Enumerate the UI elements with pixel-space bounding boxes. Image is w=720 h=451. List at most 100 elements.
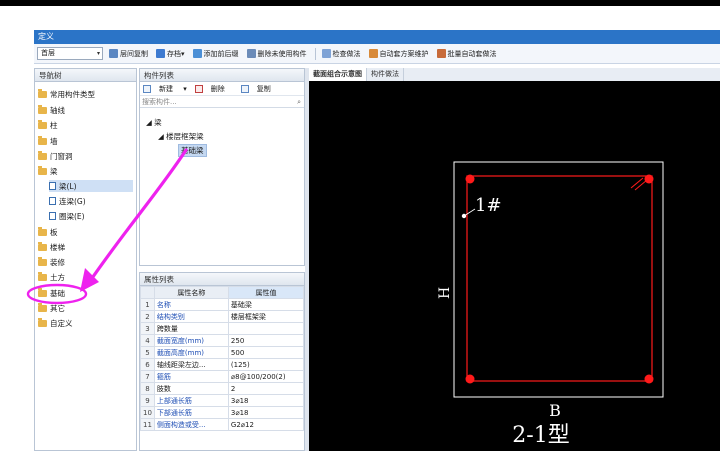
copy-label: 复制 <box>256 84 271 93</box>
nav-item-column[interactable]: 柱 <box>38 119 58 131</box>
component-list-panel: 构件列表 新建 ▾ 删除 复制 搜索构件... ⌕ ◢ 梁 ◢ 楼层框架梁 基础梁 <box>139 68 305 266</box>
tree-root[interactable]: ◢ 梁 <box>146 117 162 128</box>
new-icon <box>143 84 151 93</box>
archive-button[interactable]: 存档 ▾ <box>156 49 185 59</box>
property-row-number: 9 <box>140 394 155 407</box>
nav-subitem-label: 梁(L) <box>59 181 77 191</box>
nav-item-other[interactable]: 其它 <box>38 302 65 314</box>
nav-item-label: 基础 <box>50 288 65 298</box>
property-value[interactable]: 楼层框架梁 <box>227 310 305 323</box>
nav-item-beam[interactable]: 梁 <box>38 165 58 177</box>
nav-item-label: 自定义 <box>50 318 73 328</box>
delete-unused-label: 删除未使用构件 <box>257 49 307 58</box>
floor-select[interactable]: 首层 ▾ <box>37 47 103 60</box>
section-drawing: 1# H B 2-1型 <box>437 161 664 448</box>
nav-tree-title: 导航树 <box>35 69 136 82</box>
archive-label: 存档 <box>167 49 181 58</box>
property-value[interactable] <box>227 322 305 335</box>
nav-item-earthwork[interactable]: 土方 <box>38 271 65 283</box>
property-name: 轴线距梁左边... <box>153 358 229 371</box>
property-name: 结构类别 <box>153 310 229 323</box>
nav-item-slab[interactable]: 板 <box>38 226 58 238</box>
nav-item-label: 板 <box>50 227 58 237</box>
section-viewer: 截面组合示意图 构件做法 1# H B 2-1型 <box>309 68 720 451</box>
property-row[interactable]: 5 截面高度(mm) 500 <box>140 346 305 359</box>
rebar-dot-bl <box>465 374 475 384</box>
copy-layers-icon <box>109 49 118 58</box>
property-value[interactable]: 500 <box>227 346 305 359</box>
property-row[interactable]: 4 截面宽度(mm) 250 <box>140 334 305 347</box>
property-row[interactable]: 8 肢数 2 <box>140 382 305 395</box>
property-value[interactable]: 3⌀18 <box>227 394 305 407</box>
property-row[interactable]: 1 名称 基础梁 <box>140 298 305 311</box>
new-button[interactable]: 新建 ▾ <box>143 84 187 94</box>
property-name-header: 属性名称 <box>153 286 229 299</box>
nav-item-common[interactable]: 常用构件类型 <box>38 88 95 100</box>
property-row[interactable]: 7 箍筋 ⌀8@100/200(2) <box>140 370 305 383</box>
property-value[interactable]: 基础梁 <box>227 298 305 311</box>
tree-group[interactable]: ◢ 楼层框架梁 <box>158 131 204 142</box>
property-row[interactable]: 2 结构类别 楼层框架梁 <box>140 310 305 323</box>
property-row[interactable]: 6 轴线距梁左边... (125) <box>140 358 305 371</box>
stirrup-hook-2 <box>634 179 648 191</box>
nav-item-door-window[interactable]: 门窗洞 <box>38 150 73 162</box>
nav-item-label: 土方 <box>50 272 65 282</box>
folder-icon <box>38 241 47 251</box>
nav-item-custom[interactable]: 自定义 <box>38 317 73 329</box>
nav-subitem-coupling-beam[interactable]: 连梁(G) <box>49 195 86 207</box>
folder-icon <box>38 88 47 98</box>
property-table: 属性名称 属性值 1 名称 基础梁 2 结构类别 楼层框架梁 3 跨数量 4 截面宽度(mm) 25… <box>140 286 305 431</box>
nav-item-axis[interactable]: 轴线 <box>38 104 65 116</box>
archive-icon <box>156 49 165 58</box>
auto-scheme-button[interactable]: 自动套方案维护 <box>368 49 429 59</box>
add-prefix-button[interactable]: 添加前后缀 <box>192 49 239 59</box>
nav-item-decoration[interactable]: 装修 <box>38 256 65 268</box>
nav-item-foundation[interactable]: 基础 <box>38 287 65 299</box>
folder-icon <box>38 287 47 297</box>
nav-item-label: 其它 <box>50 303 65 313</box>
property-name: 侧面构造或受... <box>153 418 229 431</box>
property-value[interactable]: (125) <box>227 358 305 371</box>
nav-subitem-ring-beam[interactable]: 圈梁(E) <box>49 210 85 222</box>
property-value[interactable]: 2 <box>227 382 305 395</box>
folder-icon <box>38 256 47 266</box>
nav-item-label: 梁 <box>50 166 58 176</box>
property-row[interactable]: 9 上部通长筋 3⌀18 <box>140 394 305 407</box>
check-method-button[interactable]: 检查做法 <box>321 49 361 59</box>
property-row[interactable]: 10 下部通长筋 3⌀18 <box>140 406 305 419</box>
stirrup-hook <box>630 177 644 189</box>
property-value[interactable]: ⌀8@100/200(2) <box>227 370 305 383</box>
copy-layers-button[interactable]: 层间复制 <box>109 49 148 59</box>
tree-root-label: 梁 <box>154 118 162 127</box>
property-row[interactable]: 11 侧面构造或受... G2⌀12 <box>140 418 305 431</box>
batch-auto-button[interactable]: 批量自动套做法 <box>436 49 497 59</box>
copy-button[interactable]: 复制 <box>240 84 279 94</box>
component-search-input[interactable]: 搜索构件... ⌕ <box>140 96 304 108</box>
folder-icon <box>38 104 47 114</box>
property-value[interactable]: 250 <box>227 334 305 347</box>
rebar-dot-tl <box>465 174 475 184</box>
nav-item-label: 门窗洞 <box>50 151 73 161</box>
tree-leaf-selected[interactable]: 基础梁 <box>178 144 207 157</box>
property-row[interactable]: 3 跨数量 <box>140 322 305 335</box>
nav-item-stairs[interactable]: 楼梯 <box>38 241 65 253</box>
dimension-b: B <box>549 401 561 420</box>
property-row-number: 10 <box>140 406 155 419</box>
property-row-number: 11 <box>140 418 155 431</box>
delete-button[interactable]: 删除 <box>194 84 233 94</box>
property-value-header: 属性值 <box>227 286 305 299</box>
delete-unused-button[interactable]: 删除未使用构件 <box>246 49 307 59</box>
tree-group-label: 楼层框架梁 <box>166 132 204 141</box>
folder-icon <box>38 135 47 145</box>
auto-scheme-label: 自动套方案维护 <box>379 49 429 58</box>
add-prefix-label: 添加前后缀 <box>203 49 239 58</box>
property-table-body: 1 名称 基础梁 2 结构类别 楼层框架梁 3 跨数量 4 截面宽度(mm) 250 5 截面高度(mm… <box>140 298 305 431</box>
nav-subitem-beam-l[interactable]: 梁(L) <box>49 180 133 192</box>
property-value[interactable]: 3⌀18 <box>227 406 305 419</box>
rebar-label: 1# <box>475 195 502 216</box>
search-placeholder: 搜索构件... <box>142 98 177 106</box>
auto-scheme-icon <box>368 49 378 58</box>
property-value[interactable]: G2⌀12 <box>227 418 305 431</box>
property-name: 截面高度(mm) <box>153 346 229 359</box>
nav-item-wall[interactable]: 墙 <box>38 135 58 147</box>
